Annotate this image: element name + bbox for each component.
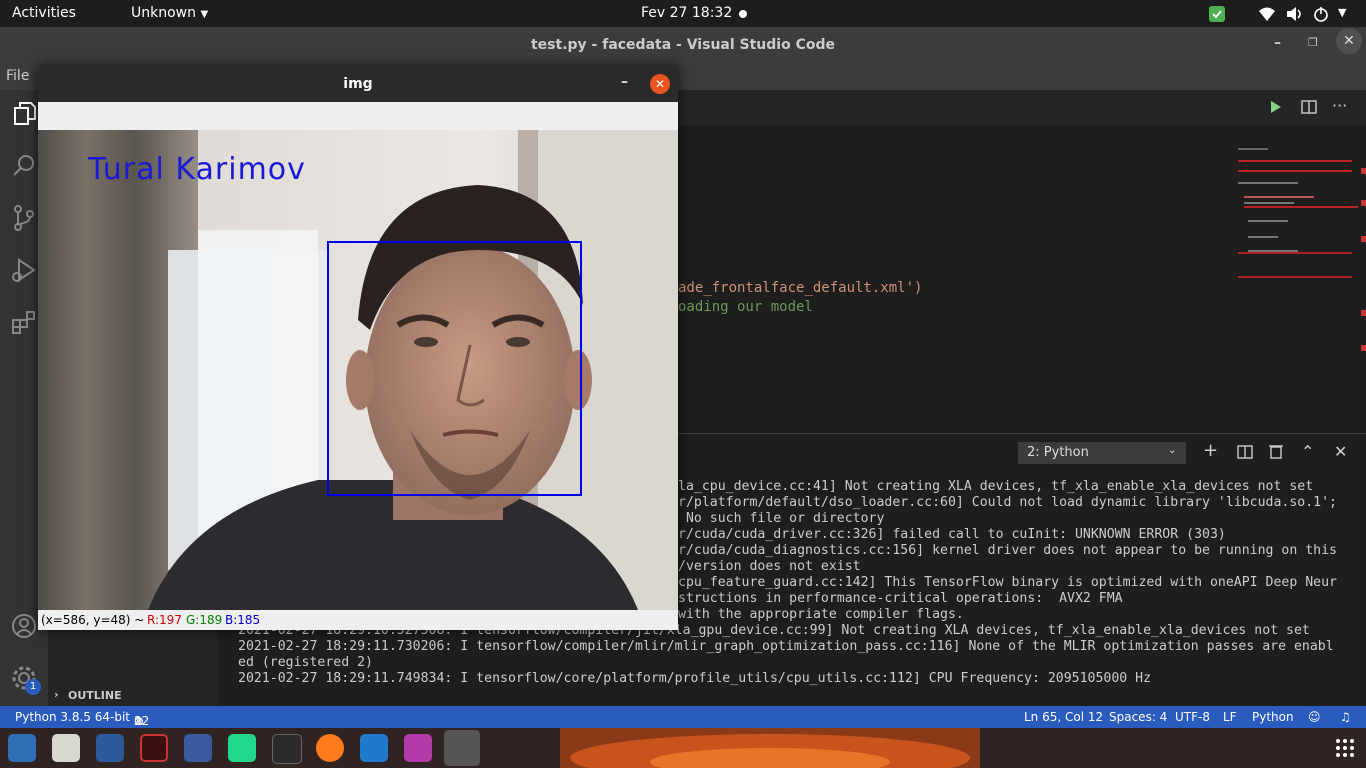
language-mode[interactable]: Python — [1252, 710, 1294, 724]
pixel-b-value: B:185 — [225, 613, 261, 627]
outline-section[interactable]: › OUTLINE — [48, 684, 218, 706]
pixel-r-value: R:197 — [147, 613, 182, 627]
caret-down-icon: ▼ — [200, 9, 209, 20]
notifications-bell-icon[interactable]: ♫ — [1340, 710, 1351, 724]
mysql-workbench-icon[interactable] — [96, 734, 124, 762]
terminal-line: r/cuda/cuda_diagnostics.cc:156] kernel d… — [678, 543, 1337, 558]
system-top-bar: Activities Unknown ▼ Fev 27 18:32 ▼ — [0, 0, 1366, 27]
img-window-titlebar[interactable]: img – ✕ — [38, 66, 678, 102]
code-line-comment[interactable]: oading our model — [678, 299, 813, 315]
scroll-marker — [1361, 236, 1366, 242]
webcam-image — [38, 130, 678, 610]
pixel-coords: (x=586, y=48) ~ — [41, 613, 145, 627]
file-manager-icon[interactable] — [52, 734, 80, 762]
screenshot-tool-icon[interactable] — [184, 734, 212, 762]
terminal-line: structions in performance-critical opera… — [678, 591, 1123, 606]
indentation[interactable]: Spaces: 4 — [1109, 710, 1167, 724]
explorer-icon[interactable] — [10, 100, 38, 128]
terminal-selector[interactable]: 2: Python ⌄ — [1018, 442, 1186, 464]
clock[interactable]: Fev 27 18:32 — [641, 5, 732, 21]
volume-icon[interactable] — [1286, 6, 1304, 22]
terminal-app-icon[interactable] — [272, 734, 302, 764]
system-menu-caret-icon[interactable]: ▼ — [1338, 6, 1346, 19]
terminal-line: with the appropriate compiler flags. — [678, 607, 964, 622]
app-menu-label: Unknown — [131, 5, 196, 21]
extensions-icon[interactable] — [10, 308, 38, 336]
img-window-title: img — [343, 76, 373, 92]
restore-icon[interactable]: ❐ — [1308, 36, 1318, 49]
split-terminal-icon[interactable] — [1237, 444, 1253, 460]
menu-file[interactable]: File — [6, 68, 29, 84]
python-interpreter[interactable]: Python 3.8.5 64-bit — [15, 710, 130, 724]
terminal-line: No such file or directory — [678, 511, 885, 526]
active-window-icon[interactable] — [444, 730, 480, 766]
code-line-string[interactable]: ade_frontalface_default.xml') — [678, 280, 922, 296]
files-app-icon[interactable] — [8, 734, 36, 762]
video-player-icon[interactable] — [404, 734, 432, 762]
img-statusbar: (x=586, y=48) ~ R:197 G:189 B:185 — [38, 610, 678, 630]
close-panel-icon[interactable]: ✕ — [1334, 442, 1347, 461]
source-control-icon[interactable] — [10, 204, 38, 232]
maximize-panel-icon[interactable]: ⌃ — [1301, 442, 1314, 461]
img-minimize-icon[interactable]: – — [621, 74, 628, 90]
code-string-text: ade_frontalface_default.xml') — [678, 280, 923, 296]
sidebar-filler — [48, 630, 218, 684]
show-apps-grid-icon[interactable] — [1335, 738, 1355, 758]
terminal-line: r/cuda/cuda_driver.cc:326] failed call t… — [678, 527, 1226, 542]
activities-button[interactable]: Activities — [12, 5, 76, 21]
scroll-marker — [1361, 168, 1366, 174]
detected-name-label: Tural Karimov — [88, 152, 306, 187]
new-terminal-icon[interactable]: + — [1203, 440, 1218, 461]
feedback-icon[interactable]: ☺ — [1308, 710, 1321, 724]
window-title: test.py - facedata - Visual Studio Code — [530, 37, 835, 53]
terminal-line: r/platform/default/dso_loader.cc:60] Cou… — [678, 495, 1337, 510]
code-comment-text: oading our model — [678, 299, 813, 315]
editor-tab-bar: ··· — [678, 90, 1366, 125]
chevron-down-icon: ⌄ — [1168, 445, 1177, 456]
update-shield-icon[interactable] — [1209, 6, 1225, 22]
encoding[interactable]: UTF-8 — [1175, 710, 1210, 724]
line-ending[interactable]: LF — [1223, 710, 1237, 724]
more-actions-icon[interactable]: ··· — [1332, 96, 1347, 115]
app-menu[interactable]: Unknown ▼ — [131, 5, 208, 21]
camera-frame[interactable]: Tural Karimov — [38, 130, 678, 610]
terminal-line: 2021-02-27 18:29:11.749834: I tensorflow… — [238, 671, 1152, 686]
terminal-line: 2021-02-27 18:29:11.730206: I tensorflow… — [238, 639, 1334, 654]
vscode-app-icon[interactable] — [360, 734, 388, 762]
pixel-g-value: G:189 — [186, 613, 223, 627]
notification-dot-icon — [739, 10, 747, 18]
wifi-icon[interactable] — [1258, 6, 1276, 22]
terminal-line: la_cpu_device.cc:41] Not creating XLA de… — [678, 479, 1314, 494]
vscode-titlebar: test.py - facedata - Visual Studio Code … — [0, 27, 1366, 64]
terminal-line: /version does not exist — [678, 559, 861, 574]
run-file-icon[interactable] — [1268, 100, 1282, 114]
warning-count: 0 — [134, 714, 142, 728]
chevron-right-icon: › — [54, 688, 59, 701]
accounts-icon[interactable] — [10, 612, 38, 640]
scroll-marker — [1361, 200, 1366, 206]
minimize-icon[interactable]: – — [1274, 35, 1281, 51]
close-window-button[interactable]: ✕ — [1336, 28, 1362, 54]
network-tool-icon[interactable] — [140, 734, 168, 762]
notification-badge: 1 — [25, 679, 41, 695]
outline-label: OUTLINE — [68, 689, 122, 702]
terminal-line: ed (registered 2) — [238, 655, 373, 670]
cursor-position[interactable]: Ln 65, Col 12 — [1024, 710, 1103, 724]
minimap[interactable] — [1238, 140, 1358, 430]
run-debug-icon[interactable] — [10, 256, 38, 284]
terminal-selector-label: 2: Python — [1027, 445, 1089, 460]
pycharm-icon[interactable] — [228, 734, 256, 762]
status-bar: Python 3.8.5 64-bit ⊗ 12 ⚠ 0 Ln 65, Col … — [0, 706, 1366, 728]
img-toolbar — [38, 102, 678, 130]
search-icon[interactable] — [10, 152, 38, 180]
scroll-marker — [1361, 310, 1366, 316]
firefox-icon[interactable] — [316, 734, 344, 762]
img-close-button[interactable]: ✕ — [650, 74, 670, 94]
terminal-line: cpu_feature_guard.cc:142] This TensorFlo… — [678, 575, 1337, 590]
scroll-marker — [1361, 345, 1366, 351]
power-icon[interactable] — [1313, 6, 1329, 22]
split-editor-icon[interactable] — [1301, 99, 1317, 115]
trash-icon[interactable] — [1268, 443, 1284, 459]
